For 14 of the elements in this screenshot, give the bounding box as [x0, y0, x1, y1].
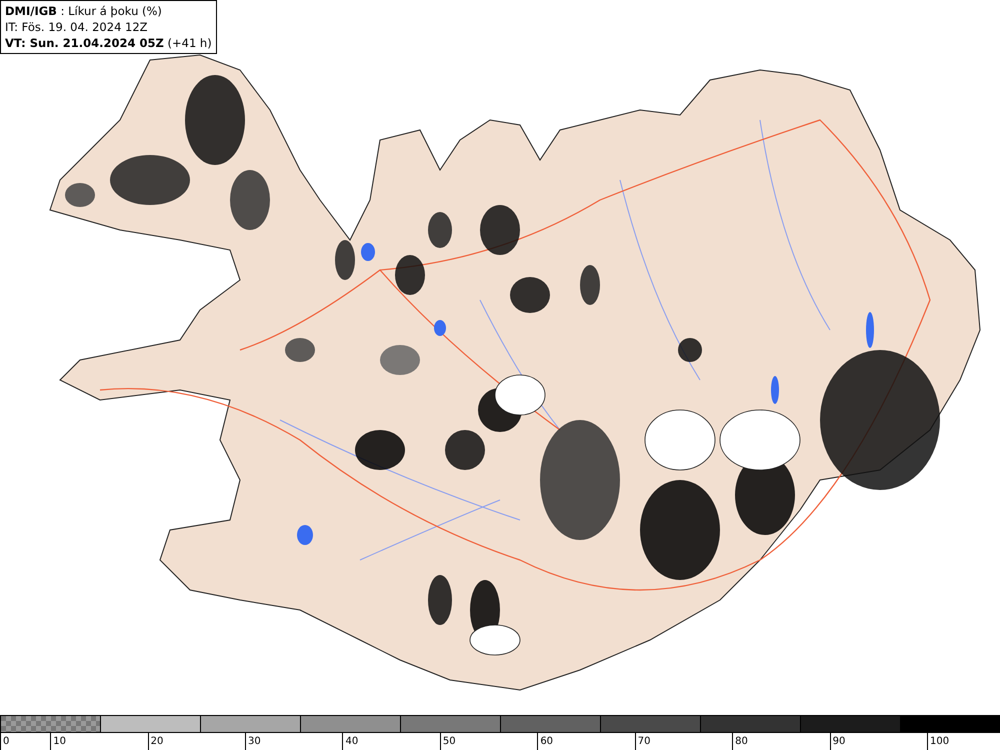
tick-label: 0: [3, 736, 10, 747]
tick-label: 20: [150, 736, 164, 747]
tick-label: 30: [248, 736, 261, 747]
info-line: VT: Sun. 21.04.2024 05Z (+41 h): [5, 35, 212, 51]
tick-label: 90: [832, 736, 846, 747]
info-line: IT: Fös. 19. 04. 2024 12Z: [5, 19, 149, 35]
tick-label: 80: [735, 736, 748, 747]
tick-label: 70: [638, 736, 650, 747]
tick-label: 60: [540, 736, 554, 747]
info-line: DMI/IGB : Líkur á þoku (%): [5, 3, 163, 19]
tick-label: 50: [442, 736, 456, 747]
tick-label: 40: [345, 736, 358, 747]
tick-label: 100: [930, 736, 950, 747]
tick-label: 10: [53, 736, 66, 747]
